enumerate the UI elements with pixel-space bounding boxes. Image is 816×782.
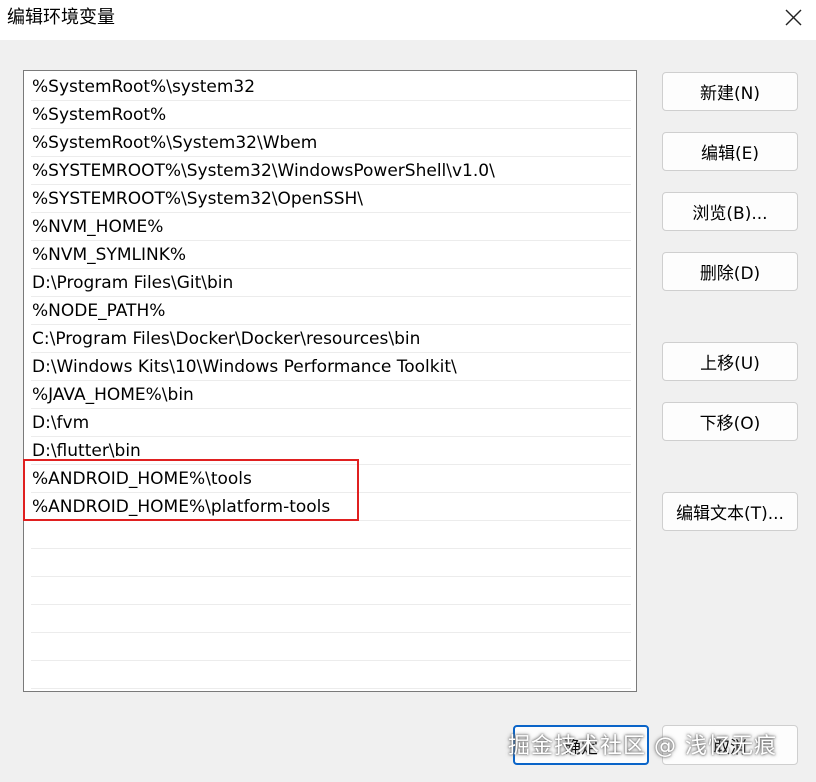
list-item[interactable]: %SystemRoot% [31,101,631,129]
list-item[interactable]: %ANDROID_HOME%\platform-tools [31,493,631,521]
empty-row [31,661,631,689]
move-up-button[interactable]: 上移(U) [662,342,798,381]
cancel-button[interactable]: 取消 [662,725,798,765]
list-item[interactable]: C:\Program Files\Docker\Docker\resources… [31,325,631,353]
list-item[interactable]: %NVM_SYMLINK% [31,241,631,269]
edit-text-button[interactable]: 编辑文本(T)... [662,492,798,531]
list-item[interactable]: %NODE_PATH% [31,297,631,325]
empty-row [31,521,631,549]
close-icon [785,9,802,30]
list-item[interactable]: D:\Program Files\Git\bin [31,269,631,297]
new-button[interactable]: 新建(N) [662,72,798,111]
list-item[interactable]: %SYSTEMROOT%\System32\OpenSSH\ [31,185,631,213]
delete-button[interactable]: 删除(D) [662,252,798,291]
empty-row [31,605,631,633]
close-button[interactable] [770,0,816,38]
move-down-button[interactable]: 下移(O) [662,402,798,441]
title-bar: 编辑环境变量 [0,0,816,40]
list-item[interactable]: D:\flutter\bin [31,437,631,465]
list-item[interactable]: D:\fvm [31,409,631,437]
browse-button[interactable]: 浏览(B)... [662,192,798,231]
edit-environment-variable-dialog: 编辑环境变量 %SystemRoot%\system32 %SystemRoot… [0,0,816,782]
empty-row [31,549,631,577]
list-item[interactable]: %SYSTEMROOT%\System32\WindowsPowerShell\… [31,157,631,185]
list-item[interactable]: %ANDROID_HOME%\tools [31,465,631,493]
empty-row [31,577,631,605]
ok-button[interactable]: 确定 [513,725,649,765]
list-item[interactable]: %SystemRoot%\system32 [31,73,631,101]
window-title: 编辑环境变量 [7,7,115,28]
list-item[interactable]: %JAVA_HOME%\bin [31,381,631,409]
empty-row [31,633,631,661]
path-list[interactable]: %SystemRoot%\system32 %SystemRoot% %Syst… [23,70,637,692]
edit-button[interactable]: 编辑(E) [662,132,798,171]
list-item[interactable]: %SystemRoot%\System32\Wbem [31,129,631,157]
list-item[interactable]: D:\Windows Kits\10\Windows Performance T… [31,353,631,381]
list-item[interactable]: %NVM_HOME% [31,213,631,241]
